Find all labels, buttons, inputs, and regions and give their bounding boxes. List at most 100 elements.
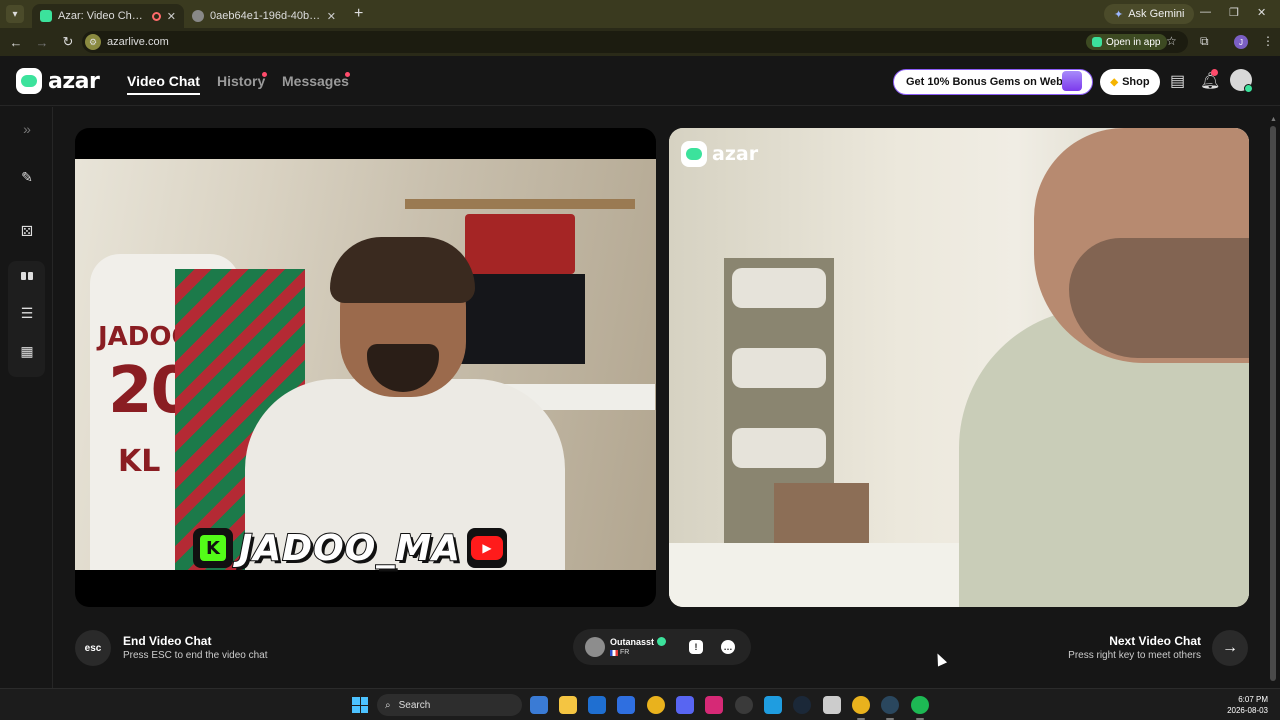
bed (669, 543, 969, 607)
streamer-handle: JADOO_MA (238, 527, 462, 570)
azar-logo-icon (681, 141, 707, 167)
streamer-hair (330, 237, 475, 303)
folded-clothes (732, 268, 826, 308)
globe-icon (192, 10, 204, 22)
steam-icon[interactable] (793, 696, 811, 714)
file-explorer-icon[interactable] (559, 696, 577, 714)
url-bar[interactable]: ⚙ azarlive.com (82, 31, 1188, 53)
search-placeholder: Search (398, 699, 431, 711)
new-tab-button[interactable]: + (354, 5, 363, 23)
forward-icon[interactable]: → (30, 35, 54, 50)
open-in-app-button[interactable]: Open in app (1086, 34, 1167, 50)
steam-alt-icon[interactable] (881, 696, 899, 714)
azar-watermark: azar (681, 141, 758, 167)
left-sidebar: » ✎ ⚄ ☰ ▦ (0, 107, 53, 688)
arrow-right-icon: → (1222, 639, 1238, 656)
streamer-overlay: K JADOO_MA ▶ (193, 527, 508, 570)
nav-history[interactable]: History (217, 73, 265, 89)
browser-tab-second[interactable]: 0aeb64e1-196d-40b8-bfd5-da ✕ (184, 4, 344, 28)
instagram-icon[interactable] (705, 696, 723, 714)
taskbar-search[interactable]: ⌕ Search (377, 694, 522, 716)
france-flag-icon (610, 649, 618, 656)
capture-icon[interactable] (823, 696, 841, 714)
back-icon[interactable]: ← (4, 35, 28, 50)
spotify-icon[interactable] (911, 696, 929, 714)
partner-name: Outanasst (610, 637, 655, 647)
widgets-icon[interactable] (530, 696, 548, 714)
scroll-up-icon[interactable]: ▲ (1270, 116, 1277, 123)
azar-logo-icon (16, 68, 42, 94)
next-chat-title[interactable]: Next Video Chat (1109, 634, 1201, 648)
nav-video-chat[interactable]: Video Chat (127, 73, 200, 95)
expand-icon[interactable]: » (19, 121, 35, 137)
windows-start-icon[interactable] (352, 697, 368, 713)
system-clock[interactable]: 6:07 PM 2026-08-03 (1224, 694, 1268, 716)
url-text: azarlive.com (107, 36, 169, 48)
clock-date: 2026-08-03 (1227, 706, 1268, 715)
tab-title: 0aeb64e1-196d-40b8-bfd5-da (210, 10, 321, 22)
shop-button[interactable]: ◆ Shop (1100, 69, 1160, 95)
chat-bubble-icon[interactable]: … (721, 640, 735, 654)
gift-icon (1062, 71, 1082, 91)
site-info-icon[interactable]: ⚙ (85, 34, 101, 50)
tab-search-icon[interactable]: ▾ (6, 5, 24, 23)
close-tab-icon[interactable]: ✕ (327, 10, 336, 23)
browser-menu-icon[interactable]: ⋮ (1262, 34, 1274, 48)
close-tab-icon[interactable]: ✕ (167, 10, 176, 23)
chrome-active-icon[interactable] (852, 696, 870, 714)
browser-tab-azar[interactable]: Azar: Video Chat with New ✕ (32, 4, 184, 28)
dice-icon[interactable]: ⚄ (19, 223, 35, 239)
notification-badge (1211, 69, 1218, 76)
close-window-icon[interactable]: ✕ (1257, 6, 1266, 19)
app-icon (1092, 37, 1102, 47)
local-video: JADOO 20 KL K JADOO_MA ▶ (75, 128, 656, 607)
tab-title: Azar: Video Chat with New (58, 10, 146, 22)
layout-stacked-icon[interactable]: ☰ (19, 305, 35, 321)
search-icon: ⌕ (385, 699, 391, 711)
scrollbar-thumb[interactable] (1270, 126, 1276, 681)
store-icon[interactable] (617, 696, 635, 714)
end-chat-button[interactable]: esc (75, 630, 111, 666)
next-chat-button[interactable]: → (1212, 630, 1248, 666)
shop-label: Shop (1122, 76, 1150, 88)
layout-grid-icon[interactable]: ▦ (19, 343, 35, 359)
page-scrollbar[interactable]: ▲ (1270, 112, 1278, 688)
azar-favicon-icon (40, 10, 52, 22)
partner-avatar[interactable] (585, 637, 605, 657)
scarf-banner (465, 214, 575, 274)
next-chat-hint: Press right key to meet others (1068, 650, 1201, 661)
nav-messages[interactable]: Messages (282, 73, 349, 89)
restore-icon[interactable]: ❐ (1229, 6, 1239, 19)
bookmark-star-icon[interactable]: ☆ (1166, 34, 1177, 48)
windows-taskbar: ⌕ Search 6:07 PM 2026-08-03 (0, 688, 1280, 720)
minimize-icon[interactable]: — (1200, 6, 1211, 18)
verified-icon (657, 637, 666, 646)
azar-app: azar Video Chat History Messages Get 10%… (0, 56, 1280, 688)
reload-icon[interactable]: ↻ (56, 34, 80, 50)
photo-shelf (405, 199, 635, 209)
tv-screen (460, 274, 585, 364)
app-icon[interactable] (764, 696, 782, 714)
azar-logo[interactable]: azar (16, 68, 100, 94)
ask-gemini-button[interactable]: ✦ Ask Gemini (1104, 4, 1195, 24)
partner-info-pill: Outanasst FR ! … (573, 629, 751, 665)
gemini-sparkle-icon: ✦ (1114, 8, 1124, 21)
obs-icon[interactable] (735, 696, 753, 714)
folded-clothes (732, 348, 826, 388)
end-chat-hint: Press ESC to end the video chat (123, 650, 268, 661)
logo-text: azar (48, 68, 100, 94)
layout-side-by-side-icon[interactable] (19, 268, 35, 284)
chrome-icon[interactable] (647, 696, 665, 714)
report-shield-icon[interactable]: ! (689, 640, 703, 654)
outlook-icon[interactable] (588, 696, 606, 714)
discord-icon[interactable] (676, 696, 694, 714)
open-in-app-label: Open in app (1106, 36, 1161, 48)
youtube-logo-icon: ▶ (467, 528, 508, 568)
browser-profile-avatar[interactable]: J (1234, 35, 1248, 49)
end-chat-title[interactable]: End Video Chat (123, 634, 211, 648)
inbox-icon[interactable]: ▤ (1170, 71, 1185, 91)
jersey-initials: KL (118, 444, 161, 479)
magic-wand-icon[interactable]: ✎ (19, 169, 35, 185)
extensions-icon[interactable]: ⧉ (1200, 34, 1209, 49)
online-status-dot (1244, 84, 1253, 93)
